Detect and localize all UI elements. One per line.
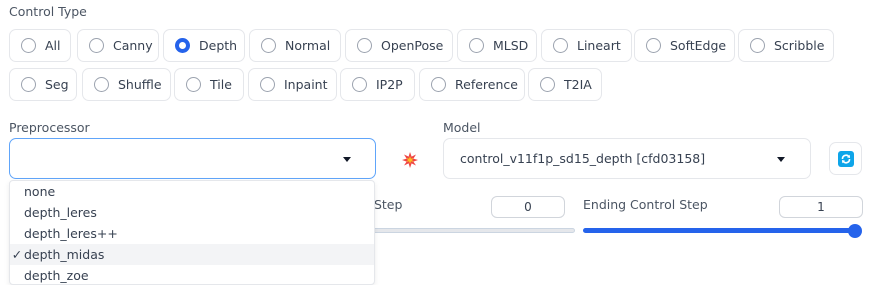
radio-openpose[interactable]: OpenPose: [345, 29, 453, 62]
radio-canny[interactable]: Canny: [77, 29, 159, 62]
radio-circle[interactable]: [431, 77, 446, 92]
radio-circle[interactable]: [540, 77, 555, 92]
radio-circle[interactable]: [186, 77, 201, 92]
ending-control-step-input[interactable]: 1: [779, 196, 863, 218]
radio-circle[interactable]: [21, 38, 36, 53]
starting-control-step-input[interactable]: 0: [491, 196, 565, 218]
radio-label: Depth: [199, 38, 238, 53]
radio-scribble[interactable]: Scribble: [738, 29, 834, 62]
model-label: Model: [443, 120, 481, 135]
radio-inpaint[interactable]: Inpaint: [248, 68, 337, 101]
radio-label: Inpaint: [284, 77, 328, 92]
radio-label: T2IA: [564, 77, 592, 92]
control-type-label: Control Type: [9, 4, 87, 19]
radio-label: SoftEdge: [670, 38, 727, 53]
radio-circle[interactable]: [357, 38, 372, 53]
chevron-down-icon: [777, 157, 785, 162]
dropdown-option-depth-leres[interactable]: depth_leres: [10, 202, 374, 223]
radio-label: Tile: [210, 77, 232, 92]
radio-circle[interactable]: [469, 38, 484, 53]
ending-control-step-slider-thumb[interactable]: [848, 224, 862, 238]
preprocessor-label: Preprocessor: [9, 120, 90, 135]
explosion-icon: [401, 151, 418, 168]
model-value: control_v11f1p_sd15_depth [cfd03158]: [460, 151, 706, 166]
radio-normal[interactable]: Normal: [249, 29, 341, 62]
radio-reference[interactable]: Reference: [419, 68, 525, 101]
radio-label: IP2P: [376, 77, 403, 92]
radio-label: Normal: [285, 38, 331, 53]
dropdown-option-depth-midas[interactable]: ✓ depth_midas: [10, 244, 374, 265]
radio-label: All: [45, 38, 61, 53]
preprocessor-dropdown-list: none depth_leres depth_leres++ ✓ depth_mi…: [9, 180, 375, 285]
dropdown-option-depth-zoe[interactable]: depth_zoe: [10, 265, 374, 285]
radio-seg[interactable]: Seg: [9, 68, 77, 101]
ending-control-step-label: Ending Control Step: [583, 197, 708, 212]
radio-circle-checked[interactable]: [175, 38, 190, 53]
radio-circle[interactable]: [352, 77, 367, 92]
refresh-icon: [837, 150, 854, 167]
radio-label: Seg: [45, 77, 69, 92]
dropdown-option-label: depth_midas: [24, 247, 105, 262]
radio-circle[interactable]: [553, 38, 568, 53]
radio-all[interactable]: All: [9, 29, 71, 62]
radio-label: Reference: [455, 77, 518, 92]
radio-label: Lineart: [577, 38, 621, 53]
radio-circle[interactable]: [261, 38, 276, 53]
radio-label: Canny: [113, 38, 153, 53]
radio-ip2p[interactable]: IP2P: [340, 68, 415, 101]
radio-label: Scribble: [774, 38, 825, 53]
radio-circle[interactable]: [260, 77, 275, 92]
radio-label: OpenPose: [381, 38, 444, 53]
dropdown-option-none[interactable]: none: [10, 181, 374, 202]
radio-lineart[interactable]: Lineart: [541, 29, 632, 62]
radio-label: MLSD: [493, 38, 529, 53]
radio-circle[interactable]: [89, 38, 104, 53]
radio-tile[interactable]: Tile: [174, 68, 244, 101]
check-icon: ✓: [11, 247, 23, 262]
radio-shuffle[interactable]: Shuffle: [82, 68, 171, 101]
radio-circle[interactable]: [94, 77, 109, 92]
refresh-models-button[interactable]: [829, 142, 862, 175]
preprocessor-select[interactable]: [9, 138, 376, 179]
radio-label: Shuffle: [118, 77, 162, 92]
model-select[interactable]: control_v11f1p_sd15_depth [cfd03158]: [443, 138, 811, 179]
radio-softedge[interactable]: SoftEdge: [634, 29, 735, 62]
radio-circle[interactable]: [750, 38, 765, 53]
ending-control-step-slider[interactable]: [583, 228, 857, 233]
run-preprocessor-button[interactable]: [393, 143, 426, 176]
radio-depth[interactable]: Depth: [163, 29, 245, 62]
radio-circle[interactable]: [21, 77, 36, 92]
radio-circle[interactable]: [646, 38, 661, 53]
chevron-down-icon: [343, 157, 351, 162]
radio-t2ia[interactable]: T2IA: [528, 68, 602, 101]
dropdown-option-depth-leres-plus[interactable]: depth_leres++: [10, 223, 374, 244]
radio-mlsd[interactable]: MLSD: [457, 29, 537, 62]
